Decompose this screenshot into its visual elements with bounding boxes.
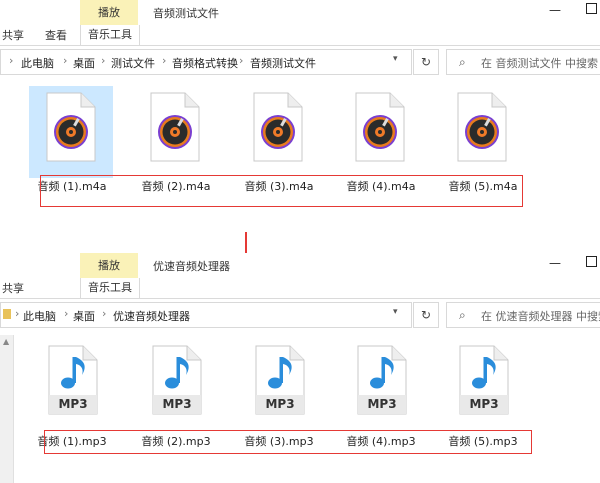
window-title: 优速音频处理器	[153, 260, 230, 273]
tab-play-label: 播放	[98, 6, 120, 19]
file-item[interactable]	[133, 86, 217, 178]
address-bar[interactable]: › 此电脑 › 桌面 › 优速音频处理器 ▾	[0, 302, 412, 328]
tab-music-tools[interactable]: 音乐工具	[80, 25, 140, 45]
breadcrumb-this-pc[interactable]: 此电脑	[21, 55, 54, 71]
explorer-window-m4a: 播放 音频测试文件 — 共享 查看 音乐工具 › 此电脑 › 桌面 › 测试文件…	[0, 0, 600, 230]
m4a-file-icon	[150, 92, 200, 162]
address-row: › 此电脑 › 桌面 › 测试文件 › 音频格式转换 › 音频测试文件 ▾ ↻ …	[0, 49, 600, 75]
scrollbar[interactable]: ▲	[0, 335, 14, 483]
chevron-down-icon[interactable]: ▾	[393, 307, 398, 317]
file-type-badge: MP3	[265, 397, 295, 411]
file-item[interactable]	[29, 86, 113, 178]
breadcrumb-desktop[interactable]: 桌面	[73, 308, 95, 324]
highlight-box	[44, 430, 532, 454]
tab-play-context[interactable]: 播放	[80, 253, 138, 278]
file-item[interactable]: MP3	[440, 341, 524, 433]
search-placeholder: 在 音频测试文件 中搜索	[481, 57, 598, 70]
breadcrumb-separator: ›	[162, 54, 167, 67]
m4a-file-icon	[457, 92, 507, 162]
m4a-file-icon	[46, 92, 96, 162]
folder-icon	[3, 309, 11, 319]
search-icon: ⌕	[459, 308, 466, 322]
breadcrumb-separator: ›	[102, 307, 107, 320]
tab-share[interactable]: 共享	[2, 27, 24, 43]
ribbon-tabs: 共享 查看 音乐工具	[0, 25, 600, 46]
search-icon: ⌕	[459, 55, 466, 69]
m4a-file-icon	[253, 92, 303, 162]
file-item[interactable]: MP3	[133, 341, 217, 433]
tab-play-label: 播放	[98, 259, 120, 272]
breadcrumb-this-pc[interactable]: 此电脑	[23, 308, 56, 324]
breadcrumb-audio-test[interactable]: 音频测试文件	[250, 55, 316, 71]
breadcrumb-test-files[interactable]: 测试文件	[111, 55, 155, 71]
scroll-up-icon[interactable]: ▲	[3, 337, 9, 346]
file-type-badge: MP3	[367, 397, 397, 411]
explorer-window-mp3: 播放 优速音频处理器 — 共享 音乐工具 › 此电脑 › 桌面 › 优速音频处理…	[0, 253, 600, 483]
breadcrumb-audio-convert[interactable]: 音频格式转换	[172, 55, 238, 71]
tab-play-context[interactable]: 播放	[80, 0, 138, 25]
file-item[interactable]: MP3	[338, 341, 422, 433]
file-item[interactable]: MP3	[29, 341, 113, 433]
address-bar[interactable]: › 此电脑 › 桌面 › 测试文件 › 音频格式转换 › 音频测试文件 ▾	[0, 49, 412, 75]
breadcrumb-separator: ›	[64, 307, 69, 320]
breadcrumb-separator: ›	[9, 54, 14, 67]
title-bar: 播放 优速音频处理器 —	[0, 253, 600, 278]
maximize-icon[interactable]	[584, 3, 598, 17]
file-type-badge: MP3	[58, 397, 88, 411]
search-placeholder: 在 优速音频处理器 中搜索	[481, 310, 600, 323]
breadcrumb-desktop[interactable]: 桌面	[73, 55, 95, 71]
ribbon-tabs: 共享 音乐工具	[0, 278, 600, 299]
refresh-icon[interactable]: ↻	[413, 49, 439, 75]
title-bar: 播放 音频测试文件 —	[0, 0, 600, 25]
breadcrumb-separator: ›	[101, 54, 106, 67]
tab-music-tools[interactable]: 音乐工具	[80, 278, 140, 298]
window-title: 音频测试文件	[153, 7, 219, 20]
minimize-icon[interactable]: —	[548, 256, 562, 270]
file-item[interactable]	[440, 86, 524, 178]
tab-view[interactable]: 查看	[45, 27, 67, 43]
maximize-icon[interactable]	[584, 256, 598, 270]
file-type-badge: MP3	[162, 397, 192, 411]
refresh-icon[interactable]: ↻	[413, 302, 439, 328]
chevron-down-icon[interactable]: ▾	[393, 54, 398, 64]
file-type-badge: MP3	[469, 397, 499, 411]
breadcrumb-separator: ›	[15, 307, 20, 320]
minimize-icon[interactable]: —	[548, 3, 562, 17]
file-item[interactable]: MP3	[236, 341, 320, 433]
breadcrumb-separator: ›	[63, 54, 68, 67]
highlight-box	[40, 175, 523, 207]
file-item[interactable]	[236, 86, 320, 178]
m4a-file-icon	[355, 92, 405, 162]
breadcrumb-app-folder[interactable]: 优速音频处理器	[113, 308, 190, 324]
breadcrumb-separator: ›	[239, 54, 244, 67]
address-row: › 此电脑 › 桌面 › 优速音频处理器 ▾ ↻ ⌕ 在 优速音频处理器 中搜索	[0, 302, 600, 328]
tab-share[interactable]: 共享	[2, 280, 24, 296]
search-input[interactable]: ⌕ 在 优速音频处理器 中搜索	[446, 302, 600, 328]
search-input[interactable]: ⌕ 在 音频测试文件 中搜索	[446, 49, 600, 75]
file-item[interactable]	[338, 86, 422, 178]
